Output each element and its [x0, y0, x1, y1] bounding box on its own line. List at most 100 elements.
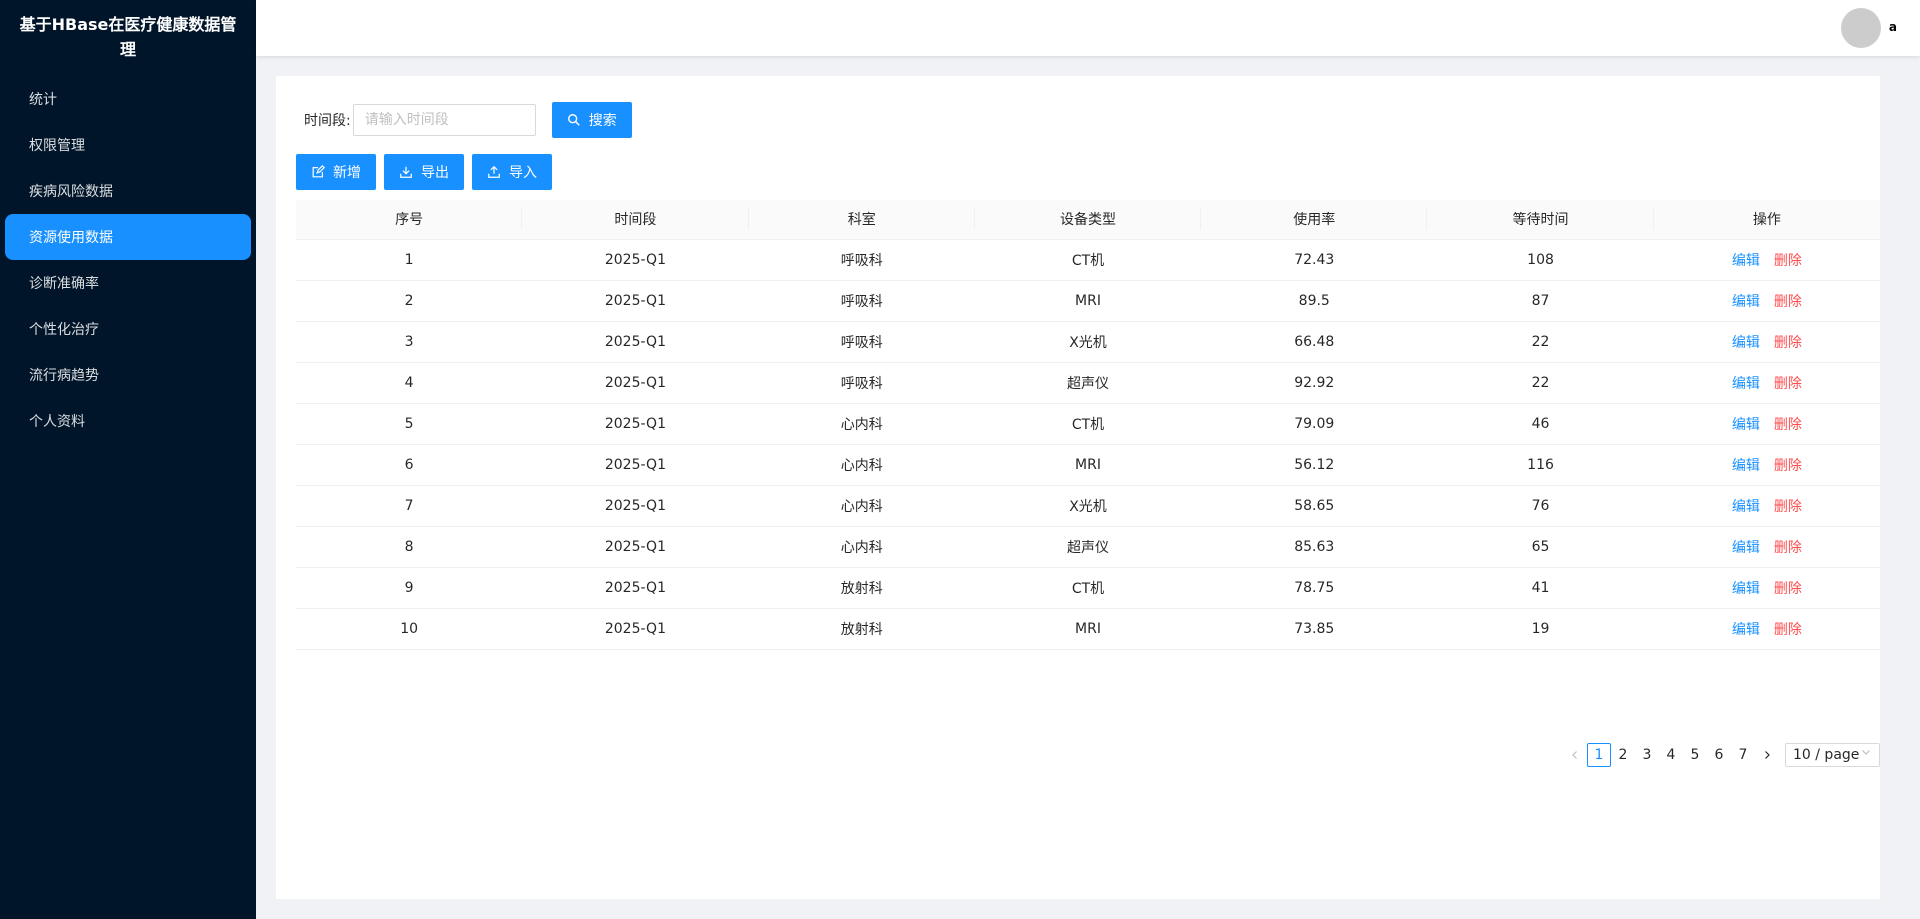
search-button[interactable]: 搜索	[551, 102, 632, 138]
page-5[interactable]: 5	[1683, 743, 1707, 767]
page-2[interactable]: 2	[1611, 743, 1635, 767]
cell-device-type: X光机	[974, 485, 1202, 527]
cell-period: 2025-Q1	[522, 280, 749, 322]
add-button[interactable]: 新增	[296, 154, 376, 190]
sidebar-item-resource-usage[interactable]: 资源使用数据	[5, 214, 251, 260]
sidebar-item-diagnosis-accuracy[interactable]: 诊断准确率	[5, 260, 251, 306]
edit-icon	[312, 165, 325, 178]
cell-usage-rate: 89.5	[1201, 280, 1428, 322]
export-button[interactable]: 导出	[384, 154, 464, 190]
prev-page-button[interactable]	[1563, 743, 1587, 767]
import-button[interactable]: 导入	[472, 154, 552, 190]
delete-link[interactable]: 删除	[1774, 622, 1802, 638]
sidebar-item-personalized-treatment[interactable]: 个性化治疗	[5, 306, 251, 352]
cell-period: 2025-Q1	[522, 444, 749, 486]
cell-index: 7	[296, 485, 523, 527]
delete-link[interactable]: 删除	[1774, 417, 1802, 433]
pagination: 1 2 3 4 5 6 7 10 / page	[1563, 743, 1880, 767]
cell-device-type: CT机	[974, 239, 1202, 281]
cell-actions: 编辑 删除	[1653, 239, 1880, 281]
sidebar-item-label: 权限管理	[29, 138, 85, 154]
cell-department: 放射科	[748, 608, 975, 650]
app-title: 基于HBase在医疗健康数据管理	[19, 15, 237, 59]
sidebar-item-label: 统计	[29, 92, 57, 108]
delete-link[interactable]: 删除	[1774, 335, 1802, 351]
sidebar-item-permissions[interactable]: 权限管理	[5, 122, 251, 168]
cell-period: 2025-Q1	[522, 526, 749, 568]
time-period-search-input[interactable]	[352, 104, 536, 136]
edit-link[interactable]: 编辑	[1732, 581, 1760, 597]
cell-wait-time: 87	[1427, 280, 1654, 322]
cell-department: 呼吸科	[748, 321, 975, 363]
chevron-right-icon	[1765, 751, 1770, 759]
sidebar-item-label: 资源使用数据	[29, 230, 113, 246]
avatar[interactable]	[1841, 8, 1881, 48]
table-row: 8 2025-Q1 心内科 超声仪 85.63 65 编辑 删除	[296, 526, 1880, 568]
column-header-period: 时间段	[522, 200, 749, 240]
edit-link[interactable]: 编辑	[1732, 540, 1760, 556]
sidebar-item-epidemic-trend[interactable]: 流行病趋势	[5, 352, 251, 398]
delete-link[interactable]: 删除	[1774, 294, 1802, 310]
sidebar-item-disease-risk[interactable]: 疾病风险数据	[5, 168, 251, 214]
column-header-wait-time: 等待时间	[1427, 200, 1654, 240]
table-row: 6 2025-Q1 心内科 MRI 56.12 116 编辑 删除	[296, 444, 1880, 486]
page-6[interactable]: 6	[1707, 743, 1731, 767]
cell-department: 呼吸科	[748, 239, 975, 281]
user-name[interactable]: a	[1889, 20, 1897, 34]
cell-device-type: MRI	[974, 608, 1202, 650]
delete-link[interactable]: 删除	[1774, 540, 1802, 556]
delete-link[interactable]: 删除	[1774, 581, 1802, 597]
cell-device-type: MRI	[974, 280, 1202, 322]
edit-link[interactable]: 编辑	[1732, 376, 1760, 392]
column-header-device-type: 设备类型	[974, 200, 1202, 240]
column-header-usage-rate: 使用率	[1201, 200, 1428, 240]
next-page-button[interactable]	[1755, 743, 1779, 767]
upload-icon	[488, 165, 500, 178]
cell-device-type: MRI	[974, 444, 1202, 486]
cell-device-type: 超声仪	[974, 362, 1202, 404]
top-header: a	[256, 0, 1920, 56]
delete-link[interactable]: 删除	[1774, 458, 1802, 474]
delete-link[interactable]: 删除	[1774, 376, 1802, 392]
cell-usage-rate: 85.63	[1201, 526, 1428, 568]
cell-actions: 编辑 删除	[1653, 608, 1880, 650]
page-size-select[interactable]: 10 / page	[1785, 743, 1880, 767]
edit-link[interactable]: 编辑	[1732, 417, 1760, 433]
edit-link[interactable]: 编辑	[1732, 253, 1760, 269]
column-header-department: 科室	[748, 200, 975, 240]
edit-link[interactable]: 编辑	[1732, 335, 1760, 351]
cell-usage-rate: 72.43	[1201, 239, 1428, 281]
cell-wait-time: 76	[1427, 485, 1654, 527]
table-row: 4 2025-Q1 呼吸科 超声仪 92.92 22 编辑 删除	[296, 362, 1880, 404]
cell-period: 2025-Q1	[522, 485, 749, 527]
cell-usage-rate: 78.75	[1201, 567, 1428, 609]
edit-link[interactable]: 编辑	[1732, 622, 1760, 638]
delete-link[interactable]: 删除	[1774, 499, 1802, 515]
sidebar-item-statistics[interactable]: 统计	[5, 76, 251, 122]
edit-link[interactable]: 编辑	[1732, 499, 1760, 515]
table-header-row: 序号 时间段 科室 设备类型 使用率 等待时间 操作	[296, 200, 1880, 240]
edit-link[interactable]: 编辑	[1732, 458, 1760, 474]
column-header-index: 序号	[296, 200, 523, 240]
table-row: 7 2025-Q1 心内科 X光机 58.65 76 编辑 删除	[296, 485, 1880, 527]
search-bar: 时间段: 搜索	[304, 102, 632, 138]
cell-usage-rate: 66.48	[1201, 321, 1428, 363]
sidebar-item-profile[interactable]: 个人资料	[5, 398, 251, 444]
add-button-label: 新增	[333, 165, 361, 181]
delete-link[interactable]: 删除	[1774, 253, 1802, 269]
page-1[interactable]: 1	[1587, 743, 1611, 767]
cell-wait-time: 46	[1427, 403, 1654, 445]
cell-device-type: CT机	[974, 567, 1202, 609]
cell-usage-rate: 56.12	[1201, 444, 1428, 486]
edit-link[interactable]: 编辑	[1732, 294, 1760, 310]
cell-period: 2025-Q1	[522, 362, 749, 404]
cell-index: 10	[296, 608, 523, 650]
page-7[interactable]: 7	[1731, 743, 1755, 767]
column-header-actions: 操作	[1653, 200, 1880, 240]
cell-department: 心内科	[748, 444, 975, 486]
cell-wait-time: 22	[1427, 321, 1654, 363]
page-4[interactable]: 4	[1659, 743, 1683, 767]
export-button-label: 导出	[421, 165, 449, 181]
page-3[interactable]: 3	[1635, 743, 1659, 767]
cell-index: 4	[296, 362, 523, 404]
